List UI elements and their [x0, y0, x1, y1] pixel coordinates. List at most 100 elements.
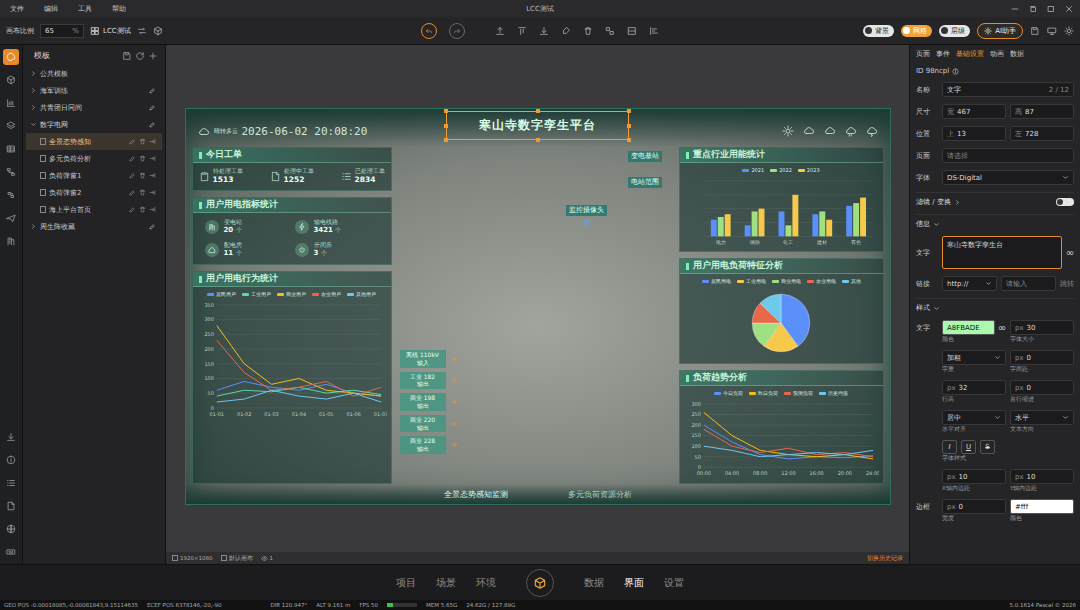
swap-icon[interactable] [137, 26, 147, 36]
tree-group[interactable]: 数字电网 [26, 116, 162, 133]
align-top-icon[interactable] [517, 26, 527, 36]
bind-button[interactable]: ∞ [998, 322, 1006, 333]
download-icon[interactable] [539, 26, 549, 36]
zoom-input[interactable]: 65% [40, 24, 84, 38]
inspector-tab[interactable]: 数据 [1010, 49, 1024, 59]
chevron-right-icon[interactable] [30, 87, 37, 94]
rail-button[interactable] [3, 544, 19, 560]
width-input[interactable]: 宽467 [942, 104, 1006, 119]
rail-button[interactable] [3, 233, 19, 249]
tree-group[interactable]: 共青团日同间 [26, 99, 162, 116]
tree-group[interactable]: 公共模板 [26, 65, 162, 82]
legend-item[interactable]: 居民用户 [207, 290, 236, 298]
trash-icon[interactable] [583, 26, 593, 36]
tree-item[interactable]: 负荷弹窗1 [26, 167, 162, 184]
maximize-icon[interactable] [1046, 4, 1056, 14]
restore-icon[interactable] [1028, 4, 1038, 14]
legend-item[interactable]: 工业用户 [242, 290, 271, 298]
export-icon[interactable] [149, 206, 156, 213]
map-marker[interactable]: 电站范围 [628, 177, 662, 188]
nav-item[interactable]: 设置 [664, 576, 684, 590]
resize-handle[interactable] [627, 109, 631, 113]
map-marker[interactable]: 变电基站 [628, 151, 662, 162]
legend-item[interactable]: 今日负荷 [714, 389, 743, 397]
section-title[interactable]: 滤镜 / 变换 [916, 197, 961, 207]
menu-item[interactable]: 帮助 [112, 4, 126, 14]
number-input[interactable]: px30 [1010, 320, 1074, 335]
rail-button[interactable] [3, 429, 19, 445]
legend-item[interactable]: 工业用电 [737, 277, 766, 285]
rail-button[interactable] [3, 475, 19, 491]
edit-icon[interactable] [129, 138, 136, 145]
control-button[interactable]: 商业 198输出 [400, 393, 671, 411]
legend-item[interactable]: 农业用电 [807, 277, 836, 285]
legend-item[interactable]: 2021 [742, 166, 764, 174]
jump-button[interactable]: 跳转 [1060, 279, 1074, 289]
resize-handle[interactable] [536, 109, 540, 113]
info-icon[interactable] [952, 68, 959, 75]
tree-item[interactable]: 全景态势感知 [26, 133, 162, 150]
camera-pin-icon[interactable] [581, 218, 592, 229]
control-button[interactable]: 商业 228输出 [400, 436, 671, 454]
resize-handle[interactable] [444, 124, 448, 128]
toolbar-toggle[interactable]: 背景 [863, 25, 894, 37]
number-input[interactable]: px10 [1010, 469, 1074, 484]
rail-button[interactable] [3, 49, 19, 65]
link-input[interactable]: 请输入 [1001, 276, 1056, 291]
align-icon[interactable] [649, 26, 659, 36]
nav-item[interactable]: 数据 [584, 576, 604, 590]
legend-item[interactable]: 农业用户 [312, 290, 341, 298]
save-icon[interactable] [1030, 26, 1040, 36]
rail-button[interactable] [3, 498, 19, 514]
nav-item[interactable]: 环境 [476, 576, 496, 590]
nav-item[interactable]: 场景 [436, 576, 456, 590]
cube-icon[interactable] [153, 26, 163, 36]
redo-button[interactable] [449, 23, 465, 39]
rail-button[interactable] [3, 141, 19, 157]
dashboard-tab[interactable]: 多元负荷资源分析 [568, 489, 632, 500]
minimize-icon[interactable] [1010, 4, 1020, 14]
legend-item[interactable]: 2023 [798, 166, 820, 174]
brush-icon[interactable] [561, 26, 571, 36]
control-button[interactable]: 工业 182输出 [400, 372, 671, 390]
legend-item[interactable]: 预测负荷 [784, 389, 813, 397]
chevron-down-icon[interactable] [30, 121, 37, 128]
monitor-icon[interactable] [1047, 26, 1057, 36]
inspector-tab[interactable]: 页面 [916, 49, 930, 59]
trash-icon[interactable] [139, 172, 146, 179]
chevron-right-icon[interactable] [30, 70, 37, 77]
page-select[interactable]: 请选择 [942, 148, 1074, 163]
legend-item[interactable]: 昨日负荷 [749, 389, 778, 397]
tree-item[interactable]: 负荷弹窗2 [26, 184, 162, 201]
dashboard-tab[interactable]: 全景态势感知监测 [444, 489, 508, 500]
color-input[interactable]: #fff [1010, 499, 1074, 514]
legend-item[interactable]: 2022 [770, 166, 792, 174]
inspector-tab[interactable]: 基础设置 [956, 49, 984, 59]
edit-icon[interactable] [129, 172, 136, 179]
group-icon[interactable] [605, 26, 615, 36]
selected-title-element[interactable]: 寒山寺数字孪生平台 [446, 111, 629, 140]
rail-button[interactable] [3, 187, 19, 203]
number-input[interactable]: px0 [942, 499, 1006, 514]
rail-button[interactable] [3, 521, 19, 537]
edit-icon[interactable] [149, 121, 156, 128]
left-input[interactable]: 左728 [1010, 126, 1074, 141]
tree-item[interactable]: 多元负荷分析 [26, 150, 162, 167]
control-button[interactable]: 离线 110kV输入 [400, 350, 671, 368]
font-style-button[interactable]: I [942, 440, 957, 454]
chevron-right-icon[interactable] [30, 223, 37, 230]
rail-button[interactable] [3, 118, 19, 134]
close-icon[interactable] [1064, 4, 1074, 14]
rail-button[interactable] [3, 452, 19, 468]
tree-group[interactable]: 海军训练 [26, 82, 162, 99]
top-input[interactable]: 上13 [942, 126, 1006, 141]
select-input[interactable]: 加粗 [942, 350, 1006, 365]
ai-assistant-button[interactable]: AI助手 [977, 23, 1023, 39]
history-button[interactable]: 切换历史记录 [867, 555, 903, 562]
trash-icon[interactable] [139, 155, 146, 162]
font-style-button[interactable]: U [961, 440, 976, 454]
project-selector[interactable]: LCC测试 [90, 26, 131, 36]
scene-button[interactable] [526, 569, 554, 597]
ungroup-icon[interactable] [627, 26, 637, 36]
map-marker[interactable]: 监控摄像头 [566, 205, 607, 229]
